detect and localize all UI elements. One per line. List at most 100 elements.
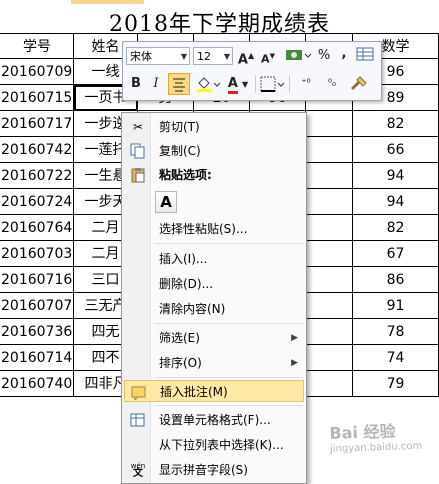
table-cell[interactable] bbox=[306, 345, 353, 371]
format-painter-icon bbox=[350, 76, 367, 91]
table-cell[interactable]: 20160717 bbox=[0, 111, 74, 137]
shrink-font-button[interactable]: A▼ bbox=[259, 46, 277, 66]
submenu-arrow-icon: ▶ bbox=[291, 333, 298, 343]
menu-item-label: 选择性粘贴(S)... bbox=[159, 222, 248, 236]
table-cell[interactable] bbox=[306, 267, 353, 293]
table-cell[interactable]: 82 bbox=[353, 215, 439, 241]
table-cell[interactable]: 94 bbox=[353, 163, 439, 189]
table-cell[interactable]: 82 bbox=[353, 111, 439, 137]
table-cell[interactable]: 20160714 bbox=[0, 345, 74, 371]
currency-icon bbox=[286, 50, 312, 60]
table-cell[interactable]: 20160722 bbox=[0, 163, 74, 189]
font-name-value: 宋体 bbox=[130, 50, 152, 63]
paste-options-header: 粘贴选项: bbox=[124, 164, 304, 186]
font-color-icon: A bbox=[227, 76, 238, 94]
menu-item-cut[interactable]: ✂ 剪切(T) bbox=[124, 116, 304, 138]
table-cell[interactable]: 20160715 bbox=[0, 85, 74, 111]
submenu-arrow-icon: ▶ bbox=[291, 358, 298, 368]
table-cell[interactable]: 20160707 bbox=[0, 293, 74, 319]
paste-keep-format-button[interactable]: A bbox=[155, 191, 177, 213]
format-painter-button[interactable] bbox=[347, 73, 371, 93]
menu-item-delete[interactable]: 删除(D)... bbox=[124, 273, 304, 295]
menu-item-paste-special[interactable]: 选择性粘贴(S)... bbox=[124, 218, 304, 240]
italic-button[interactable]: I bbox=[147, 74, 165, 94]
font-color-button[interactable]: A ▼ bbox=[225, 74, 251, 94]
menu-item-label: 设置单元格格式(F)... bbox=[159, 413, 271, 427]
divider bbox=[289, 75, 290, 93]
chevron-down-icon: ▼ bbox=[242, 80, 249, 89]
menu-item-label: 清除内容(N) bbox=[159, 302, 226, 316]
menu-item-sort[interactable]: 排序(O) ▶ bbox=[124, 352, 304, 374]
table-cell[interactable] bbox=[306, 163, 353, 189]
table-cell[interactable]: 20160703 bbox=[0, 241, 74, 267]
font-size-box[interactable]: 12 ▼ bbox=[193, 47, 233, 65]
table-cell[interactable] bbox=[306, 319, 353, 345]
borders-button[interactable] bbox=[259, 74, 285, 94]
table-cell[interactable]: 20160724 bbox=[0, 189, 74, 215]
format-table-button[interactable] bbox=[355, 46, 375, 66]
paint-bucket-icon bbox=[197, 77, 221, 92]
table-cell[interactable]: 20160764 bbox=[0, 215, 74, 241]
sheet-title: 2018年下学期成绩表 bbox=[109, 12, 330, 37]
table-cell[interactable]: 94 bbox=[353, 189, 439, 215]
table-cell[interactable]: 79 bbox=[353, 371, 439, 397]
menu-item-filter[interactable]: 筛选(E) ▶ bbox=[124, 327, 304, 349]
menu-item-copy[interactable]: 复制(C) bbox=[124, 140, 304, 162]
align-center-icon bbox=[173, 78, 185, 92]
menu-item-phonetic[interactable]: wén 文 显示拼音字段(S) bbox=[124, 459, 304, 481]
table-cell[interactable] bbox=[306, 293, 353, 319]
table-cell[interactable]: 86 bbox=[353, 267, 439, 293]
table-cell[interactable]: 20160742 bbox=[0, 137, 74, 163]
percent-button[interactable]: % bbox=[315, 46, 333, 66]
grow-font-button[interactable]: A▲ bbox=[237, 46, 255, 67]
table-cell[interactable] bbox=[306, 189, 353, 215]
table-cell[interactable]: 67 bbox=[353, 241, 439, 267]
table-cell[interactable]: 20160740 bbox=[0, 371, 74, 397]
menu-item-label: 从下拉列表中选择(K)... bbox=[159, 438, 284, 452]
chevron-down-icon: ▼ bbox=[180, 52, 187, 61]
accounting-format-button[interactable] bbox=[283, 46, 313, 66]
decrease-decimal-icon: ⁰₀ bbox=[327, 78, 337, 89]
chevron-down-icon: ▼ bbox=[223, 52, 230, 61]
decrease-decimal-button[interactable]: ⁰₀ bbox=[321, 74, 343, 94]
divider bbox=[155, 323, 303, 324]
menu-item-insert[interactable]: 插入(I)... bbox=[124, 248, 304, 270]
table-cell[interactable] bbox=[306, 371, 353, 397]
table-cell[interactable]: 20160736 bbox=[0, 319, 74, 345]
divider bbox=[155, 243, 303, 244]
table-cell[interactable]: 66 bbox=[353, 137, 439, 163]
font-size-value: 12 bbox=[197, 50, 211, 63]
table-cell[interactable]: 91 bbox=[353, 293, 439, 319]
font-name-box[interactable]: 宋体 ▼ bbox=[126, 47, 190, 65]
menu-item-label: 粘贴选项: bbox=[159, 168, 212, 182]
increase-decimal-button[interactable]: ⁺⁰ bbox=[295, 74, 317, 94]
increase-decimal-icon: ⁺⁰ bbox=[301, 78, 311, 89]
align-center-button[interactable] bbox=[168, 73, 190, 95]
menu-item-insert-comment[interactable]: 插入批注(M) bbox=[124, 380, 304, 402]
table-cell[interactable]: 20160709 bbox=[0, 59, 74, 85]
menu-item-pick-from-list[interactable]: 从下拉列表中选择(K)... bbox=[124, 434, 304, 456]
menu-item-label: 显示拼音字段(S) bbox=[159, 463, 248, 477]
mini-toolbar: 宋体 ▼ 12 ▼ A▲ A▼ % , B I A ▼ ⁺⁰ ⁰₀ bbox=[122, 41, 382, 101]
menu-item-format-cells[interactable]: 设置单元格格式(F)... bbox=[124, 409, 304, 431]
table-cell[interactable]: 20160716 bbox=[0, 267, 74, 293]
table-cell[interactable] bbox=[306, 215, 353, 241]
format-cells-icon bbox=[130, 412, 146, 428]
bold-button[interactable]: B bbox=[127, 74, 145, 94]
table-cell[interactable]: 74 bbox=[353, 345, 439, 371]
table-cell[interactable] bbox=[306, 241, 353, 267]
divider bbox=[155, 405, 303, 406]
copy-icon bbox=[130, 143, 146, 159]
column-header[interactable]: 学号 bbox=[0, 33, 74, 59]
table-cell[interactable] bbox=[306, 111, 353, 137]
fill-color-button[interactable] bbox=[195, 74, 221, 94]
comma-button[interactable]: , bbox=[337, 44, 351, 64]
menu-item-label: 插入(I)... bbox=[159, 252, 208, 266]
menu-item-label: 排序(O) bbox=[159, 356, 202, 370]
menu-item-clear[interactable]: 清除内容(N) bbox=[124, 298, 304, 320]
table-cell[interactable]: 78 bbox=[353, 319, 439, 345]
table-cell[interactable] bbox=[306, 137, 353, 163]
menu-item-label: 筛选(E) bbox=[159, 331, 200, 345]
menu-item-label: 剪切(T) bbox=[159, 120, 200, 134]
watermark-logo: Bai 经验 bbox=[329, 421, 396, 443]
